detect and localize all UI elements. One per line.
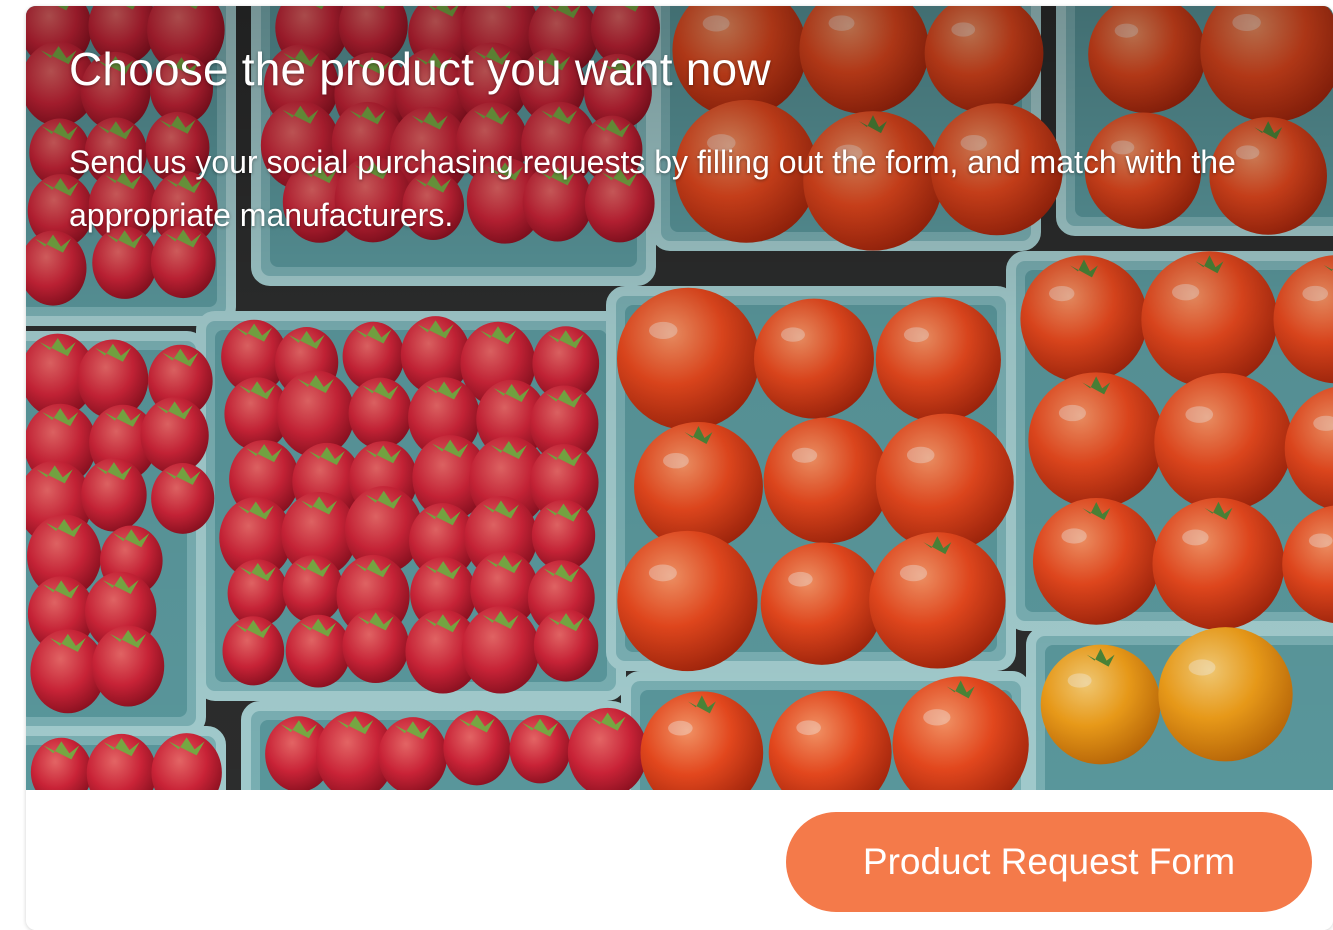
hero-description: Send us your social purchasing requests … <box>69 144 1236 233</box>
product-request-card: Choose the product you want now Send us … <box>26 6 1333 930</box>
hero-overlay <box>26 6 1333 790</box>
card-footer: Product Request Form <box>26 790 1333 930</box>
product-request-form-button[interactable]: Product Request Form <box>786 812 1312 912</box>
hero-image: Choose the product you want now Send us … <box>26 6 1333 790</box>
page-title: Choose the product you want now <box>69 43 771 95</box>
